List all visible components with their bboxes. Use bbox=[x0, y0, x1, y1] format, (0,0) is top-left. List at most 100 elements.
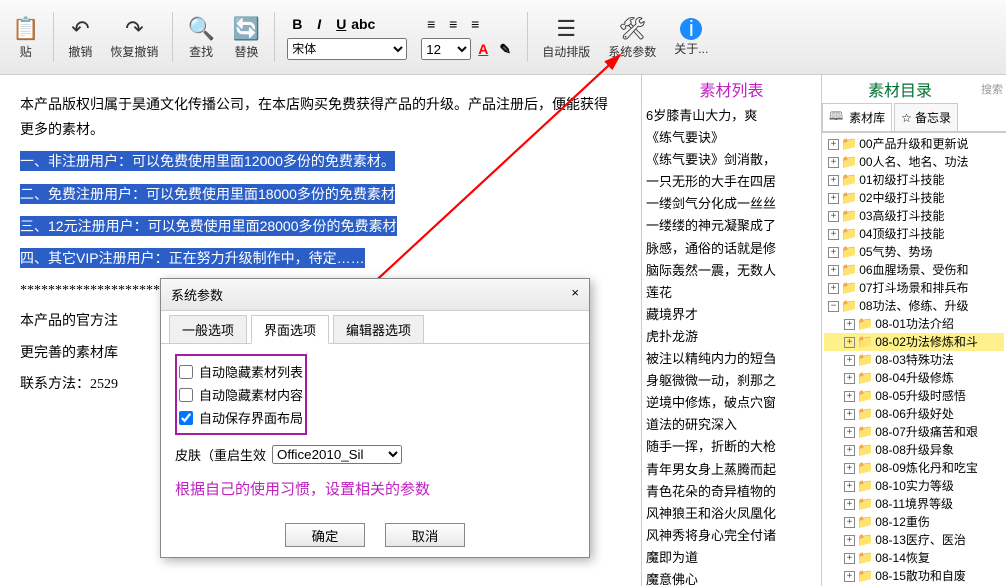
tree-item[interactable]: +📁08-02功法修炼和斗 bbox=[824, 333, 1004, 351]
tree-item[interactable]: +📁03高级打斗技能 bbox=[824, 207, 1004, 225]
tree-item[interactable]: +📁08-09炼化丹和吃宝 bbox=[824, 459, 1004, 477]
list-item[interactable]: 虎扑龙游 bbox=[646, 326, 817, 348]
find-button[interactable]: 🔍查找 bbox=[179, 11, 222, 64]
tab-library[interactable]: 🕮素材库 bbox=[822, 103, 892, 131]
tree-item[interactable]: +📁08-15散功和自废 bbox=[824, 567, 1004, 585]
tree-item[interactable]: +📁08-04升级修炼 bbox=[824, 369, 1004, 387]
star-icon: ☆ bbox=[901, 111, 912, 125]
italic-icon[interactable]: I bbox=[309, 14, 329, 34]
list-item[interactable]: 身躯微微一动，刹那之 bbox=[646, 370, 817, 392]
material-tree-title: 素材目录 bbox=[822, 75, 978, 103]
tree-item[interactable]: +📁08-10实力等级 bbox=[824, 477, 1004, 495]
tree-item[interactable]: +📁08-13医疗、医治 bbox=[824, 531, 1004, 549]
tree-item[interactable]: +📁05气势、势场 bbox=[824, 243, 1004, 261]
about-button[interactable]: i关于... bbox=[666, 14, 716, 61]
tree-item[interactable]: +📁08-07升级痛苦和艰 bbox=[824, 423, 1004, 441]
strike-icon[interactable]: abc bbox=[353, 14, 373, 34]
list-item[interactable]: 魔即为道 bbox=[646, 547, 817, 569]
sys-params-button[interactable]: 🛠系统参数 bbox=[600, 11, 664, 64]
chk-save-layout[interactable] bbox=[179, 411, 193, 425]
chk-hide-content[interactable] bbox=[179, 388, 193, 402]
tree-item[interactable]: +📁08-08升级异象 bbox=[824, 441, 1004, 459]
skin-label: 皮肤（重启生效 bbox=[175, 445, 266, 464]
tree-item[interactable]: +📁06血腥场景、受伤和 bbox=[824, 261, 1004, 279]
font-select[interactable]: 宋体 bbox=[287, 38, 407, 60]
tree-item[interactable]: +📁00人名、地名、功法 bbox=[824, 153, 1004, 171]
list-item[interactable]: 青年男女身上蒸腾而起 bbox=[646, 459, 817, 481]
tree-tabs: 🕮素材库 ☆备忘录 bbox=[822, 103, 1006, 132]
dialog-tabs: 一般选项 界面选项 编辑器选项 bbox=[161, 311, 589, 344]
list-item[interactable]: 随手一挥，折断的大枪 bbox=[646, 436, 817, 458]
list-item[interactable]: 魔意佛心 bbox=[646, 569, 817, 586]
paste-button[interactable]: 📋贴 bbox=[4, 11, 47, 64]
list-item[interactable]: 被注以精纯内力的短刍 bbox=[646, 348, 817, 370]
list-item[interactable]: 逆境中修炼，破点穴窗 bbox=[646, 392, 817, 414]
align-right-icon[interactable]: ≡ bbox=[465, 14, 485, 34]
tree-item[interactable]: +📁08-06升级好处 bbox=[824, 405, 1004, 423]
tree-item[interactable]: +📁08-14恢复 bbox=[824, 549, 1004, 567]
tree-item[interactable]: +📁04顶级打斗技能 bbox=[824, 225, 1004, 243]
tab-editor[interactable]: 编辑器选项 bbox=[333, 315, 424, 343]
dialog-titlebar[interactable]: 系统参数 × bbox=[161, 279, 589, 311]
tree-item[interactable]: −📁08功法、修练、升级 bbox=[824, 297, 1004, 315]
undo-button[interactable]: ↶撤销 bbox=[60, 11, 100, 64]
list-item[interactable]: 风神秀将身心完全付诸 bbox=[646, 525, 817, 547]
tab-ui[interactable]: 界面选项 bbox=[251, 315, 329, 344]
list-item[interactable]: 脉感，通俗的话就是修 bbox=[646, 238, 817, 260]
list-item[interactable]: 青色花朵的奇异植物的 bbox=[646, 481, 817, 503]
tree-item[interactable]: +📁07打斗场景和排兵布 bbox=[824, 279, 1004, 297]
info-icon: i bbox=[680, 18, 702, 40]
book-icon: 🕮 bbox=[829, 107, 843, 128]
highlight-icon[interactable]: ✎ bbox=[495, 39, 515, 59]
font-color-icon[interactable]: A bbox=[473, 39, 493, 59]
list-item[interactable]: 脑际轰然一震，无数人 bbox=[646, 260, 817, 282]
underline-icon[interactable]: U bbox=[331, 14, 351, 34]
tree-item[interactable]: +📁08-01功法介绍 bbox=[824, 315, 1004, 333]
replace-button[interactable]: 🔄替换 bbox=[225, 11, 268, 64]
material-tree[interactable]: +📁00产品升级和更新说+📁00人名、地名、功法+📁01初级打斗技能+📁02中级… bbox=[822, 132, 1006, 586]
tab-general[interactable]: 一般选项 bbox=[169, 315, 247, 343]
list-item[interactable]: 一只无形的大手在四居 bbox=[646, 171, 817, 193]
list-item[interactable]: 风神狼王和浴火凤凰化 bbox=[646, 503, 817, 525]
tree-item[interactable]: +📁08-03特殊功法 bbox=[824, 351, 1004, 369]
list-item[interactable]: 一缕剑气分化成一丝丝 bbox=[646, 193, 817, 215]
list-item[interactable]: 6岁膝青山大力，爽 bbox=[646, 105, 817, 127]
tree-item[interactable]: +📁08-05升级时感悟 bbox=[824, 387, 1004, 405]
dialog-note: 根据自己的使用习惯，设置相关的参数 bbox=[175, 478, 575, 499]
editor-highlight: 四、其它VIP注册用户：正在努力升级制作中，待定…… bbox=[20, 248, 365, 268]
redo-button[interactable]: ↷恢复撤销 bbox=[102, 11, 166, 64]
material-list[interactable]: 6岁膝青山大力，爽《练气要诀》《练气要诀》剑消散，一只无形的大手在四居一缕剑气分… bbox=[642, 103, 821, 586]
bold-icon[interactable]: B bbox=[287, 14, 307, 34]
ok-button[interactable]: 确定 bbox=[285, 523, 365, 547]
search-input[interactable]: 搜索 bbox=[978, 81, 1006, 97]
system-params-dialog: 系统参数 × 一般选项 界面选项 编辑器选项 自动隐藏素材列表 自动隐藏素材内容… bbox=[160, 278, 590, 558]
close-icon[interactable]: × bbox=[571, 285, 579, 304]
tree-item[interactable]: +📁08-11境界等级 bbox=[824, 495, 1004, 513]
list-item[interactable]: 《练气要诀》剑消散， bbox=[646, 149, 817, 171]
tree-item[interactable]: +📁00产品升级和更新说 bbox=[824, 135, 1004, 153]
chk-hide-list[interactable] bbox=[179, 365, 193, 379]
list-item[interactable]: 莲花 bbox=[646, 282, 817, 304]
skin-select[interactable]: Office2010_Sil bbox=[272, 445, 402, 464]
list-item[interactable]: 藏境界才 bbox=[646, 304, 817, 326]
dialog-title-text: 系统参数 bbox=[171, 285, 223, 304]
tree-item[interactable]: +📁08-12重伤 bbox=[824, 513, 1004, 531]
paste-icon: 📋 bbox=[12, 15, 39, 43]
auto-layout-button[interactable]: ☰自动排版 bbox=[534, 11, 598, 64]
list-item[interactable]: 《练气要诀》 bbox=[646, 127, 817, 149]
editor-highlight: 二、免费注册用户：可以免费使用里面18000多份的免费素材 bbox=[20, 184, 395, 204]
align-center-icon[interactable]: ≡ bbox=[443, 14, 463, 34]
tree-item[interactable]: +📁01初级打斗技能 bbox=[824, 171, 1004, 189]
list-item[interactable]: 道法的研究深入 bbox=[646, 414, 817, 436]
tree-item[interactable]: +📁02中级打斗技能 bbox=[824, 189, 1004, 207]
editor-highlight: 一、非注册用户：可以免费使用里面12000多份的免费素材。 bbox=[20, 151, 395, 171]
tab-memo[interactable]: ☆备忘录 bbox=[894, 103, 958, 131]
font-size-select[interactable]: 12 bbox=[421, 38, 471, 60]
toolbar: 📋贴 ↶撤销 ↷恢复撤销 🔍查找 🔄替换 B I U abc 宋体 ≡ ≡ ≡ … bbox=[0, 0, 1006, 75]
replace-icon: 🔄 bbox=[233, 15, 260, 43]
cancel-button[interactable]: 取消 bbox=[385, 523, 465, 547]
list-item[interactable]: 一缕缕的神元凝聚成了 bbox=[646, 215, 817, 237]
layout-icon: ☰ bbox=[556, 15, 576, 43]
align-left-icon[interactable]: ≡ bbox=[421, 14, 441, 34]
redo-icon: ↷ bbox=[125, 15, 143, 43]
